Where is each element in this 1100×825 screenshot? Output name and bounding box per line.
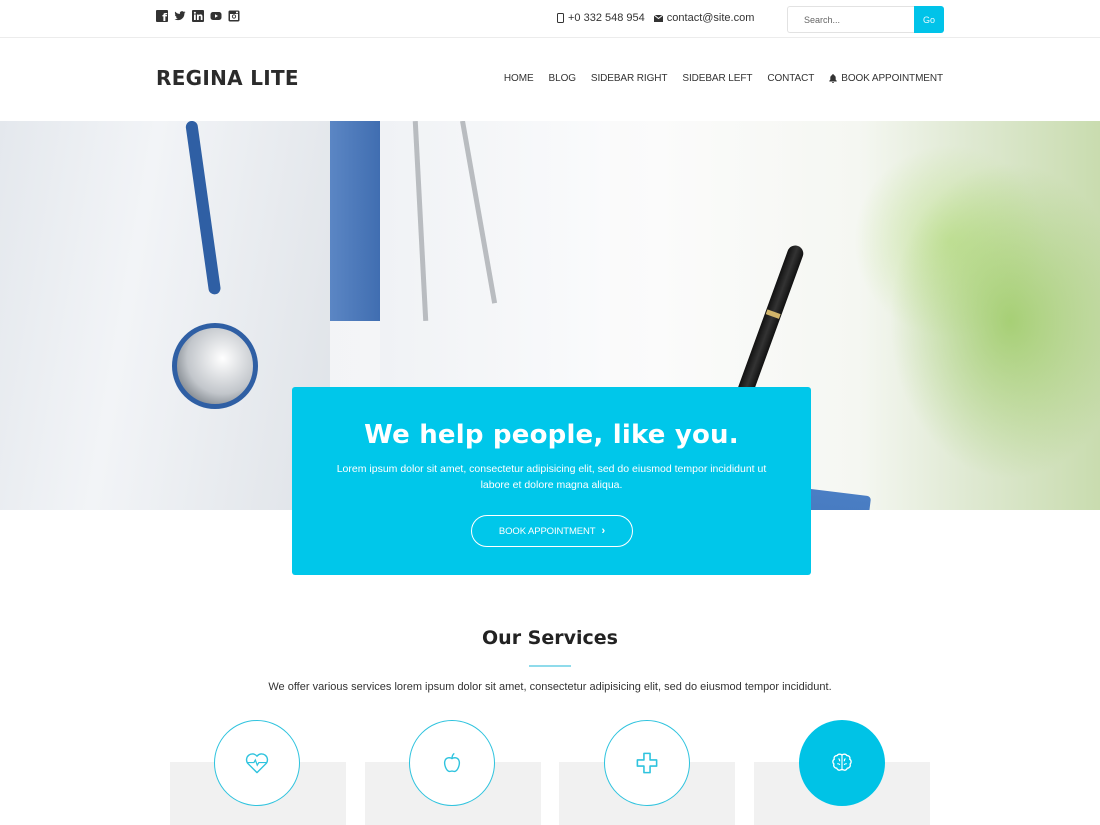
service-icon-circle[interactable] (214, 720, 300, 806)
phone-number: +0 332 548 954 (568, 12, 645, 24)
medical-cross-icon (636, 752, 658, 774)
nav-label: SIDEBAR LEFT (682, 73, 753, 84)
nav-label: BLOG (548, 73, 576, 84)
service-icon-circle[interactable] (409, 720, 495, 806)
book-appointment-button[interactable]: BOOK APPOINTMENT › (471, 515, 633, 547)
nav-item-sidebar-right[interactable]: SIDEBAR RIGHT (591, 73, 668, 84)
instagram-icon[interactable] (228, 10, 240, 22)
social-links (156, 10, 240, 24)
apple-icon (443, 752, 461, 773)
nav-item-blog[interactable]: BLOG (549, 73, 576, 84)
phone-icon (557, 13, 564, 23)
nav-item-contact[interactable]: CONTACT (767, 73, 814, 84)
doctor-coat-decoration (0, 121, 330, 510)
search-go-button[interactable]: Go (914, 6, 944, 33)
nav-item-book-appointment[interactable]: BOOK APPOINTMENT (829, 73, 943, 84)
search-input[interactable] (787, 6, 914, 33)
facebook-icon[interactable] (156, 10, 168, 24)
brain-icon (832, 753, 852, 771)
services-title: Our Services (482, 627, 618, 649)
nav-item-home[interactable]: HOME (504, 73, 534, 84)
title-divider (529, 665, 571, 667)
search-form: Go (787, 6, 944, 33)
email-link[interactable]: contact@site.com (667, 12, 755, 24)
site-header: REGINA LITE HOME BLOG SIDEBAR RIGHT SIDE… (0, 38, 1100, 121)
service-icon-circle[interactable] (799, 720, 885, 806)
hero-title: We help people, like you. (364, 420, 739, 450)
youtube-icon[interactable] (210, 10, 222, 22)
top-bar: +0 332 548 954 contact@site.com Go (0, 0, 1100, 38)
hero-cta-box: We help people, like you. Lorem ipsum do… (292, 387, 811, 575)
nav-label: BOOK APPOINTMENT (841, 73, 943, 84)
stethoscope-decoration (172, 323, 258, 409)
site-logo[interactable]: REGINA LITE (156, 66, 299, 90)
nav-label: CONTACT (767, 73, 815, 84)
linkedin-icon[interactable] (192, 10, 204, 22)
twitter-icon[interactable] (174, 10, 186, 22)
heart-pulse-icon (245, 753, 269, 774)
chevron-right-icon: › (601, 525, 606, 537)
service-icon-circle[interactable] (604, 720, 690, 806)
nav-label: SIDEBAR RIGHT (590, 73, 668, 84)
bell-icon (829, 74, 837, 83)
button-label: BOOK APPOINTMENT (498, 525, 596, 537)
nav-item-sidebar-left[interactable]: SIDEBAR LEFT (682, 73, 752, 84)
contact-info: +0 332 548 954 contact@site.com (557, 12, 754, 24)
hero-text: Lorem ipsum dolor sit amet, consectetur … (336, 463, 767, 491)
nav-label: HOME (503, 73, 534, 84)
main-nav: HOME BLOG SIDEBAR RIGHT SIDEBAR LEFT CON… (504, 73, 943, 84)
envelope-icon (653, 14, 663, 22)
services-subtitle: We offer various services lorem ipsum do… (268, 681, 832, 693)
